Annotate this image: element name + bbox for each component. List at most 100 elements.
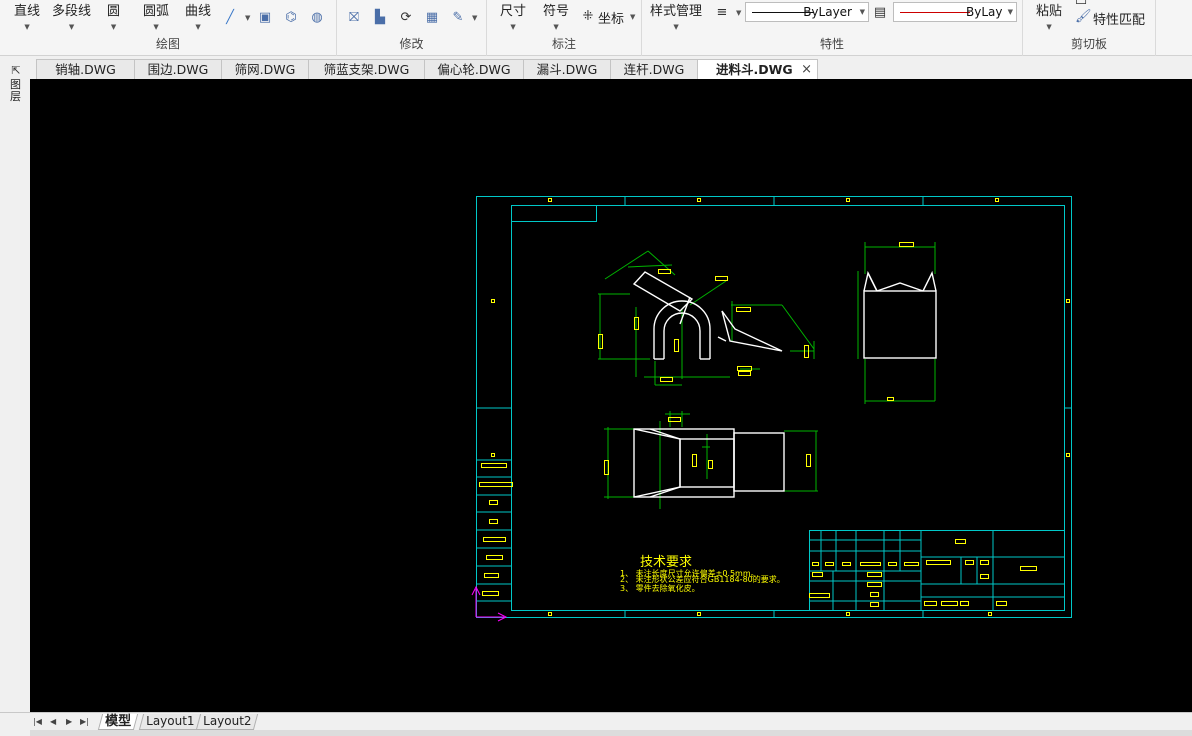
inner-border bbox=[511, 205, 1065, 611]
line-tool-icon[interactable]: ╱ bbox=[222, 10, 238, 26]
prev-layout-icon[interactable]: ◀ bbox=[50, 717, 56, 726]
marker bbox=[995, 198, 999, 202]
chevron-down-icon: ▼ bbox=[1007, 8, 1013, 16]
file-tab-label: 偏心轮.DWG bbox=[437, 62, 511, 77]
arc-button-label: 圆弧 bbox=[143, 4, 170, 19]
side-view-geometry bbox=[863, 270, 937, 359]
file-tab[interactable]: 偏心轮.DWG bbox=[424, 59, 524, 79]
front-view bbox=[598, 250, 815, 386]
dimension-button-label: 尺寸 bbox=[500, 4, 527, 19]
drawing-svg: 技术要求 1、 未注长度尺寸允许偏差±0.5mm。 2、 未注形状公差应符合GB… bbox=[471, 196, 1072, 622]
draw-group: 直线 ▼ 多段线 ▼ 圆 ▼ 圆弧 ▼ 曲线 ▼ ╱ ▼ ▣ ⌬ ◍ 绘图 bbox=[0, 0, 337, 56]
outer-border bbox=[476, 196, 1072, 618]
clipboard-group: 粘贴 ▼ ▭ 🖌 特性匹配 剪切板 bbox=[1023, 0, 1156, 56]
side-panel: ⇱ 图层 bbox=[0, 57, 30, 712]
lineweight-preview bbox=[900, 12, 970, 13]
file-tab-label: 漏斗.DWG bbox=[536, 62, 598, 77]
side-view-dimensions bbox=[857, 242, 936, 404]
file-tab[interactable]: 筛蓝支架.DWG bbox=[308, 59, 425, 79]
model-tab-label: 模型 bbox=[105, 714, 132, 729]
symbol-button[interactable]: 符号 ▼ bbox=[543, 0, 569, 31]
match-properties-icon[interactable]: 🖌 bbox=[1075, 9, 1092, 25]
paste-button-label: 粘贴 bbox=[1036, 4, 1063, 19]
first-layout-icon[interactable]: |◀ bbox=[33, 717, 42, 726]
chevron-down-icon[interactable]: ▼ bbox=[736, 9, 741, 17]
coordinate-icon[interactable]: ⁜ bbox=[580, 9, 596, 25]
line-button[interactable]: 直线 ▼ bbox=[14, 0, 40, 31]
file-tab[interactable]: 连杆.DWG bbox=[610, 59, 698, 79]
side-label bbox=[482, 591, 499, 596]
chevron-down-icon: ▼ bbox=[1046, 23, 1052, 31]
side-label bbox=[481, 463, 507, 468]
panel-toggle-icon[interactable]: ⇱ bbox=[9, 63, 23, 79]
modify-group: ⛝ ▙ ⟳ ▦ ✎ ▼ 修改 bbox=[337, 0, 487, 56]
file-tab-label: 筛蓝支架.DWG bbox=[323, 62, 410, 77]
circle-button-label: 圆 bbox=[107, 4, 121, 19]
marker bbox=[1066, 299, 1070, 303]
rectangle-icon[interactable]: ▣ bbox=[257, 10, 273, 26]
top-view bbox=[604, 411, 818, 509]
marker bbox=[548, 198, 552, 202]
last-layout-icon[interactable]: ▶| bbox=[80, 717, 89, 726]
hatch-icon[interactable]: ◍ bbox=[309, 10, 325, 26]
curve-button[interactable]: 曲线 ▼ bbox=[185, 0, 211, 31]
layout-tab[interactable]: Layout2 bbox=[195, 714, 259, 730]
layout-tab[interactable]: Layout1 bbox=[138, 714, 202, 730]
arc-button[interactable]: 圆弧 ▼ bbox=[143, 0, 169, 31]
coordinate-button[interactable]: 坐标 bbox=[598, 8, 624, 27]
side-label bbox=[489, 500, 498, 505]
code-box bbox=[511, 205, 597, 222]
annotate-group-label: 标注 bbox=[551, 37, 576, 51]
rotate-icon[interactable]: ⟳ bbox=[398, 10, 414, 26]
circle-button[interactable]: 圆 ▼ bbox=[107, 0, 120, 31]
marker bbox=[491, 299, 495, 303]
chevron-down-icon[interactable]: ▼ bbox=[472, 14, 477, 22]
lineweight-combo[interactable]: ByLayer ▼ bbox=[893, 2, 1017, 22]
horizontal-scrollbar[interactable] bbox=[30, 730, 1192, 736]
linetype-icon[interactable]: ≡ bbox=[714, 5, 730, 21]
dimension-button[interactable]: 尺寸 ▼ bbox=[500, 0, 526, 31]
linetype-combo[interactable]: ByLayer ▼ bbox=[745, 2, 869, 22]
edit-icon[interactable]: ✎ bbox=[450, 10, 466, 26]
file-tab-label: 筛网.DWG bbox=[234, 62, 296, 77]
lineweight-icon[interactable]: ▤ bbox=[872, 5, 888, 21]
close-icon[interactable]: × bbox=[801, 60, 812, 79]
region-icon[interactable]: ⌬ bbox=[283, 10, 299, 26]
polyline-button[interactable]: 多段线 ▼ bbox=[52, 0, 91, 31]
front-view-dimensions bbox=[598, 250, 815, 386]
tech-note: 2、 未注形状公差应符合GB1184-80的要求。 bbox=[620, 574, 785, 584]
paste-button[interactable]: 粘贴 ▼ bbox=[1036, 0, 1062, 31]
stretch-icon[interactable]: ⛝ bbox=[346, 10, 362, 26]
ucs-icon bbox=[471, 585, 508, 622]
marker bbox=[697, 198, 701, 202]
side-label bbox=[484, 573, 499, 578]
side-label bbox=[486, 555, 503, 560]
file-tab-bar: 销轴.DWG 围边.DWG 筛网.DWG 筛蓝支架.DWG 偏心轮.DWG 漏斗… bbox=[30, 57, 1192, 80]
tech-note: 3、 零件去除氧化皮。 bbox=[620, 583, 700, 593]
marker bbox=[697, 612, 701, 616]
array-icon[interactable]: ▦ bbox=[424, 10, 440, 26]
chevron-down-icon[interactable]: ▼ bbox=[245, 14, 250, 22]
drawing-canvas[interactable]: 技术要求 1、 未注长度尺寸允许偏差±0.5mm。 2、 未注形状公差应符合GB… bbox=[30, 79, 1192, 712]
chevron-down-icon[interactable]: ▼ bbox=[630, 13, 635, 21]
marker bbox=[846, 612, 850, 616]
front-view-dim-text bbox=[598, 269, 809, 382]
model-tab[interactable]: 模型 bbox=[97, 714, 139, 730]
zone-markers bbox=[479, 198, 1070, 616]
file-tab[interactable]: 围边.DWG bbox=[134, 59, 222, 79]
file-tab[interactable]: 漏斗.DWG bbox=[523, 59, 611, 79]
file-tab[interactable]: 筛网.DWG bbox=[221, 59, 309, 79]
layer-panel-tab[interactable]: 图层 bbox=[10, 79, 24, 103]
file-tab-active[interactable]: 进料斗.DWG × bbox=[697, 59, 818, 80]
marker bbox=[1066, 453, 1070, 457]
next-layout-icon[interactable]: ▶ bbox=[66, 717, 72, 726]
match-properties-button[interactable]: 特性匹配 bbox=[1093, 9, 1145, 28]
file-tab-label: 围边.DWG bbox=[147, 62, 209, 77]
side-label bbox=[483, 537, 506, 542]
chevron-down-icon: ▼ bbox=[110, 23, 117, 31]
style-manager-button[interactable]: 样式管理 ▼ bbox=[650, 0, 702, 31]
chevron-down-icon: ▼ bbox=[195, 23, 201, 31]
tech-requirements-title: 技术要求 bbox=[640, 555, 692, 570]
mirror-icon[interactable]: ▙ bbox=[372, 10, 388, 26]
file-tab[interactable]: 销轴.DWG bbox=[36, 59, 135, 79]
